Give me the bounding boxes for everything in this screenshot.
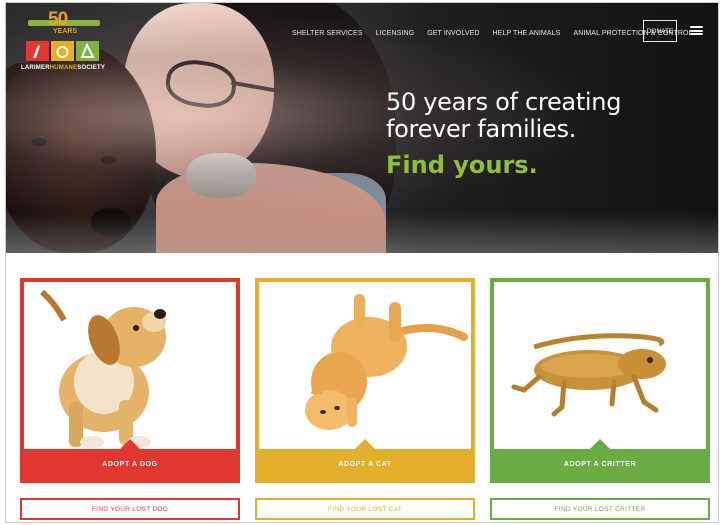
hero-headline: 50 years of creating forever families. F…: [386, 88, 686, 180]
find-lost-dog-button[interactable]: FIND YOUR LOST DOG: [20, 498, 240, 520]
logo-years: YEARS: [53, 28, 78, 35]
nav-item-help-the-animals[interactable]: HELP THE ANIMALS: [493, 30, 561, 37]
hamburger-menu-icon[interactable]: [690, 26, 703, 35]
critter-photo: [494, 282, 706, 452]
adopt-critter-card[interactable]: ADOPT A CRITTER: [490, 278, 710, 483]
nav-item-licensing[interactable]: LICENSING: [376, 30, 415, 37]
adopt-cat-button[interactable]: ADOPT A CAT: [259, 439, 471, 479]
logo-tile-red: [26, 41, 49, 61]
adopt-cat-card[interactable]: ADOPT A CAT: [255, 278, 475, 483]
hero-banner: 50 YEARS LARIMERHUMANESOCIETY SHELTER SE…: [6, 3, 718, 253]
page-frame: 50 YEARS LARIMERHUMANESOCIETY SHELTER SE…: [5, 2, 719, 523]
donate-button[interactable]: DONATE: [643, 20, 677, 42]
nav-item-get-involved[interactable]: GET INVOLVED: [427, 30, 479, 37]
logo-tile-yellow: [51, 41, 74, 61]
hero-cta[interactable]: Find yours.: [386, 151, 686, 179]
adopt-dog-card[interactable]: ADOPT A DOG: [20, 278, 240, 483]
dog-photo: [24, 282, 236, 452]
adopt-dog-button[interactable]: ADOPT A DOG: [24, 439, 236, 479]
cat-photo: [259, 282, 471, 452]
hero-line-2: forever families.: [386, 115, 577, 143]
adopt-critter-button[interactable]: ADOPT A CRITTER: [494, 439, 706, 479]
hero-line-1: 50 years of creating: [386, 88, 622, 116]
logo-org-name: LARIMERHUMANESOCIETY: [21, 65, 106, 71]
find-lost-cat-button[interactable]: FIND YOUR LOST CAT: [255, 498, 475, 520]
site-logo[interactable]: 50 YEARS LARIMERHUMANESOCIETY: [20, 9, 108, 73]
find-lost-critter-button[interactable]: FIND YOUR LOST CRITTER: [490, 498, 710, 520]
nav-item-shelter-services[interactable]: SHELTER SERVICES: [292, 30, 363, 37]
logo-tile-green: [76, 41, 99, 61]
